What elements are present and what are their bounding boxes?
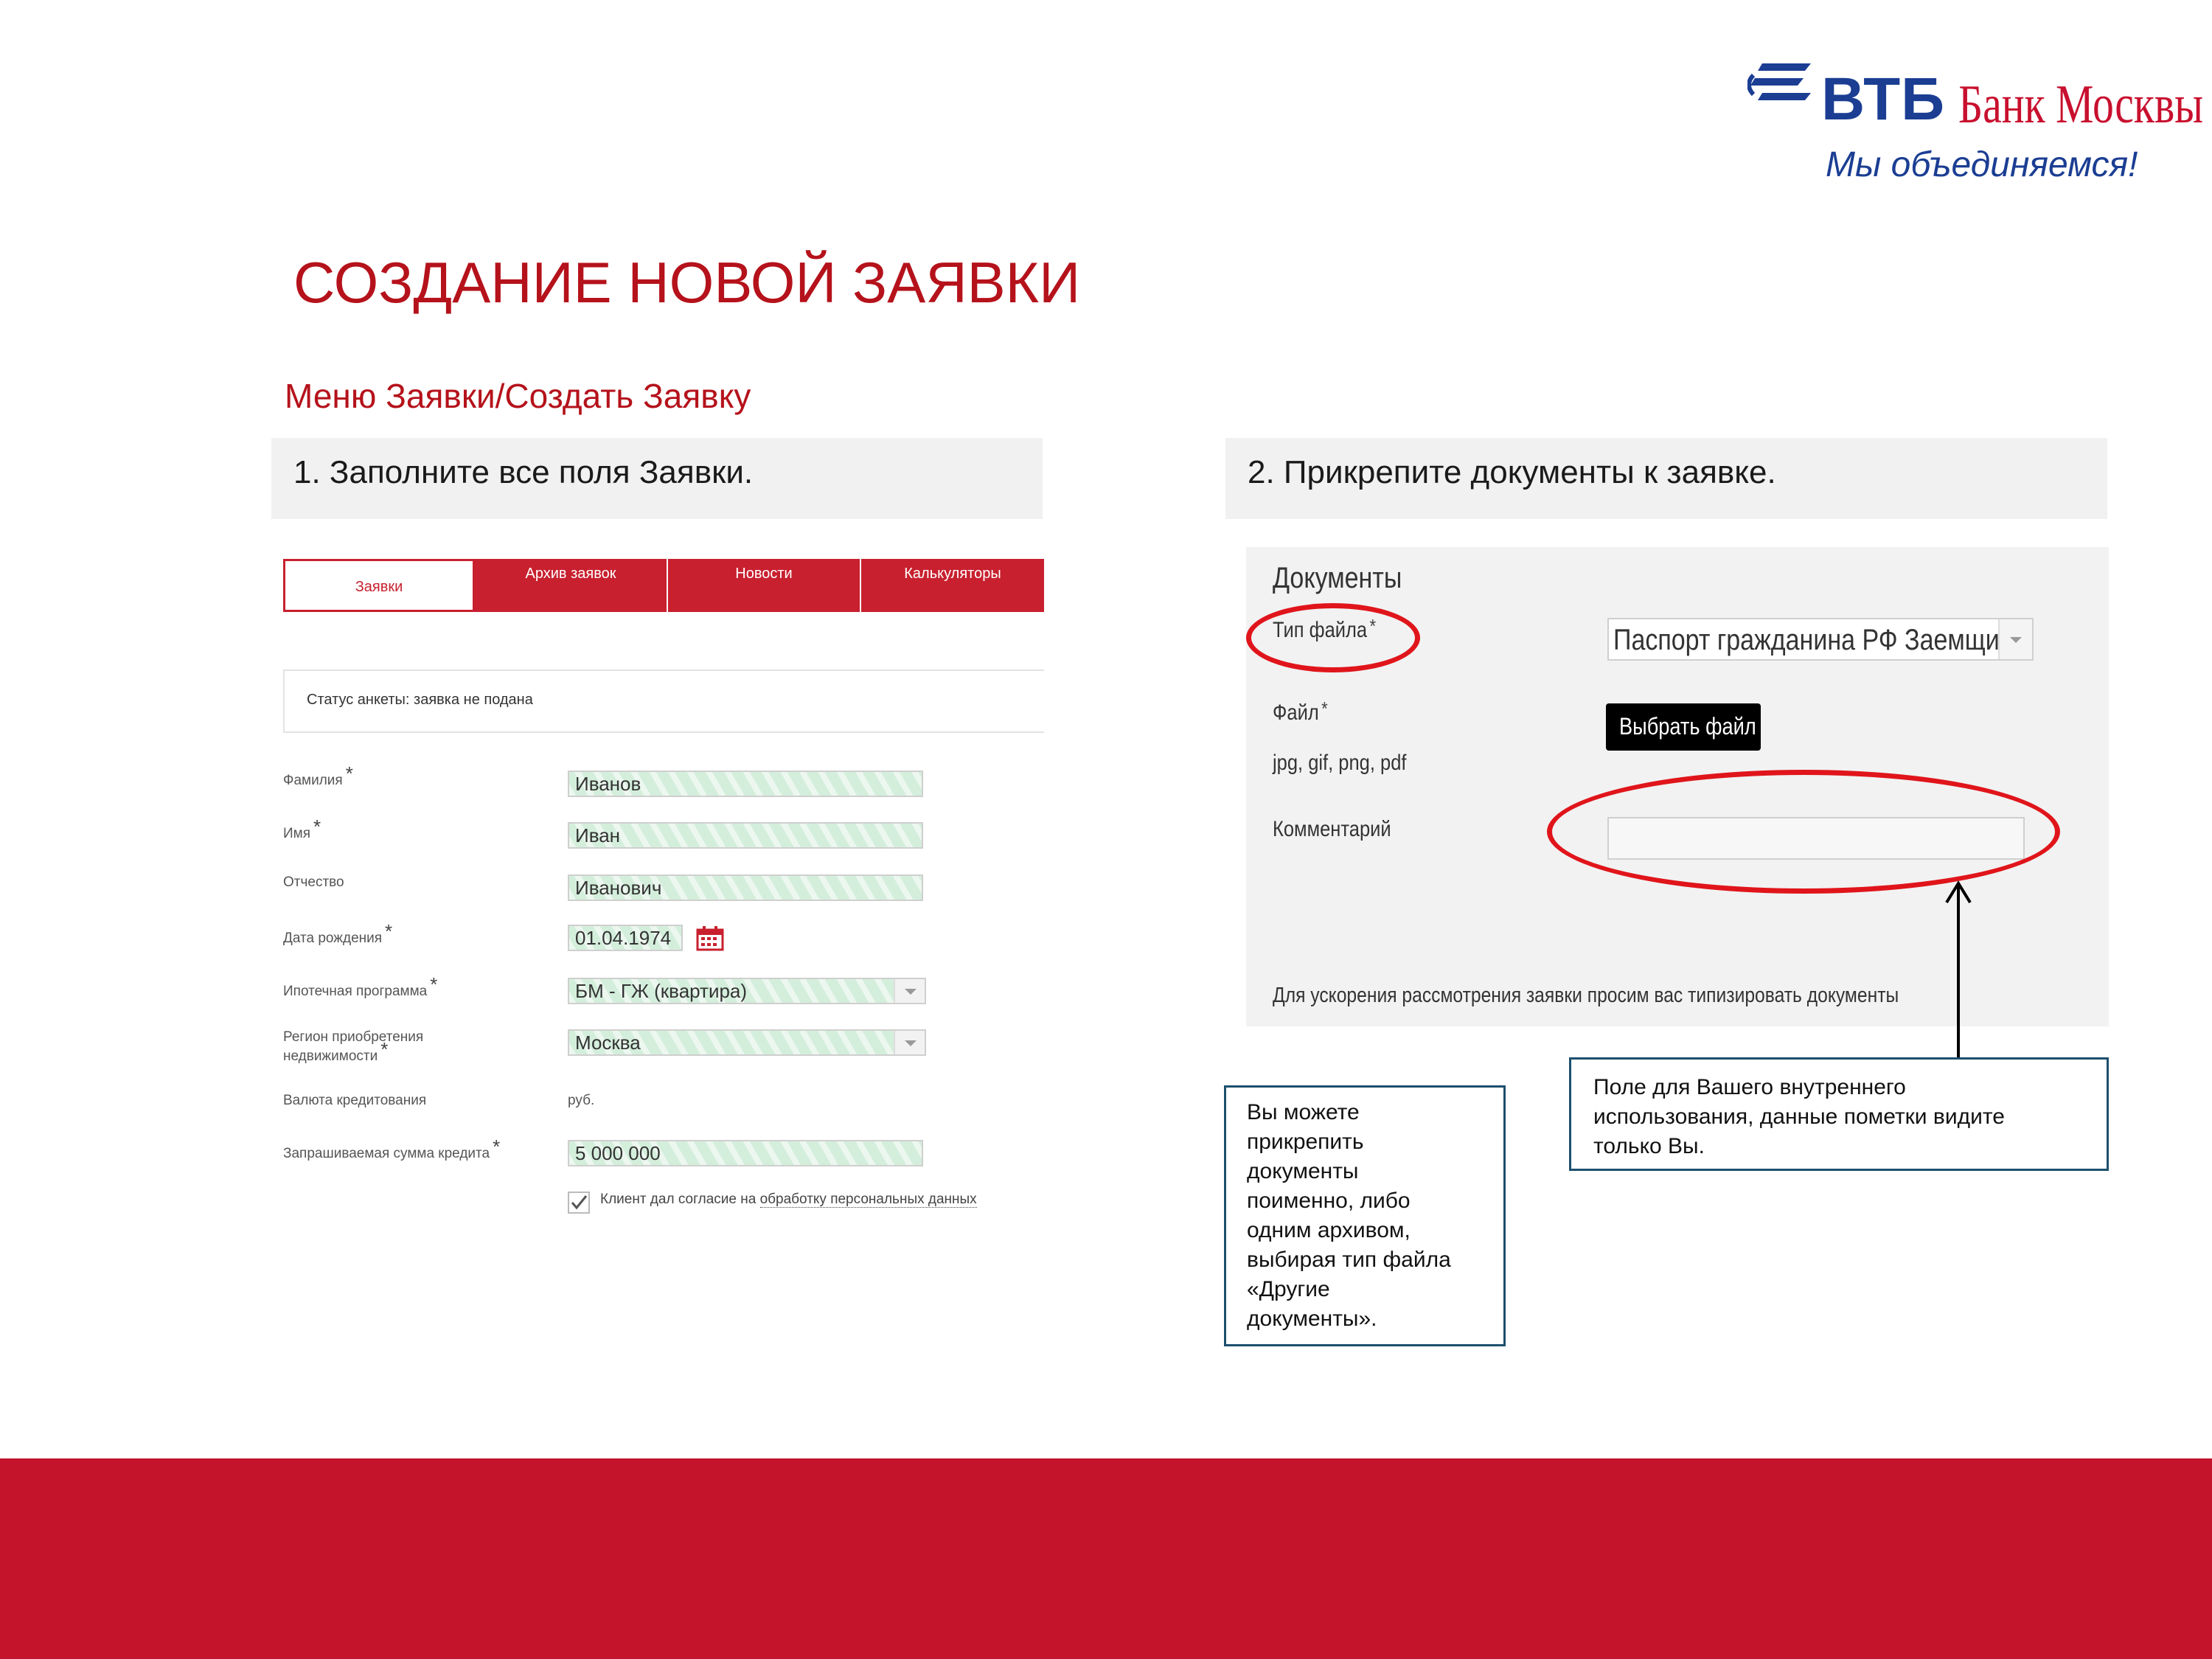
- birthdate-label: Дата рождения *: [283, 920, 393, 946]
- arrow-up-icon: [1945, 880, 1972, 1060]
- amount-label: Запрашиваемая сумма кредита *: [283, 1135, 501, 1161]
- firstname-label: Имя *: [283, 815, 321, 841]
- allowed-formats: jpg, gif, png, pdf: [1273, 751, 1407, 775]
- documents-panel: Документы Тип файла * Паспорт гражданина …: [1246, 547, 2109, 1026]
- step-1-label: 1. Заполните все поля Заявки.: [293, 454, 754, 490]
- file-label: Файл *: [1273, 698, 1328, 725]
- documents-heading: Документы: [1273, 562, 1402, 594]
- tab-archive[interactable]: Архив заявок: [475, 559, 668, 612]
- filetype-select-value: Паспорт гражданина РФ Заемщик: [1613, 624, 2011, 656]
- tab-calculators[interactable]: Калькуляторы: [861, 559, 1044, 612]
- program-select-value: БМ - ГЖ (квартира): [575, 980, 748, 1002]
- chevron-down-icon: [894, 1031, 925, 1054]
- lastname-label: Фамилия *: [283, 762, 353, 788]
- chevron-down-icon: [1998, 619, 2032, 659]
- currency-value: руб.: [568, 1093, 595, 1108]
- chevron-down-icon: [894, 979, 925, 1003]
- status-text: Статус анкеты: заявка не подана: [307, 692, 533, 708]
- comment-highlight: [1547, 770, 2060, 894]
- step-1-box: 1. Заполните все поля Заявки.: [271, 438, 1043, 519]
- consent-text: Клиент дал согласие на обработку персона…: [600, 1192, 977, 1208]
- patronymic-input[interactable]: Иванович: [568, 874, 923, 901]
- comment-label: Комментарий: [1273, 817, 1391, 841]
- region-select-value: Москва: [575, 1032, 641, 1054]
- firstname-input[interactable]: Иван: [568, 822, 923, 849]
- step-2-box: 2. Прикрепите документы к заявке.: [1225, 438, 2107, 519]
- consent-link[interactable]: обработку персональных данных: [759, 1192, 977, 1208]
- tab-news[interactable]: Новости: [668, 559, 861, 612]
- patronymic-label: Отчество: [283, 874, 344, 890]
- program-label: Ипотечная программа *: [283, 973, 438, 999]
- comment-note-box: Поле для Вашего внутреннего использовани…: [1569, 1057, 2109, 1171]
- calendar-icon[interactable]: [696, 926, 724, 951]
- footer-band: [0, 1458, 2212, 1659]
- tab-requests[interactable]: Заявки: [283, 559, 475, 612]
- bank-logo: ВТБ Банк Москвы Мы объединяемся!: [1746, 58, 2203, 190]
- status-box: Статус анкеты: заявка не подана: [283, 669, 1044, 733]
- logo-bank-name: Банк Москвы: [1958, 74, 2204, 135]
- region-label: Регион приобретения недвижимости *: [283, 1029, 424, 1064]
- program-select[interactable]: БМ - ГЖ (квартира): [568, 978, 926, 1004]
- birthdate-input[interactable]: 01.04.1974: [568, 925, 683, 951]
- filetype-select[interactable]: Паспорт гражданина РФ Заемщик: [1607, 618, 2034, 661]
- consent-checkbox[interactable]: [568, 1192, 590, 1214]
- breadcrumb: Меню Заявки/Создать Заявку: [285, 377, 751, 415]
- currency-label: Валюта кредитования: [283, 1093, 427, 1108]
- vtb-logo-icon: [1747, 63, 1811, 100]
- attach-note-box: Вы можете прикрепить документы поименно,…: [1224, 1085, 1506, 1346]
- lastname-input[interactable]: Иванов: [568, 771, 923, 797]
- documents-hint: Для ускорения рассмотрения заявки просим…: [1273, 984, 1899, 1007]
- filetype-highlight: [1246, 603, 1420, 672]
- logo-slogan: Мы объединяемся!: [1826, 145, 2138, 184]
- region-select[interactable]: Москва: [568, 1029, 926, 1056]
- logo-vtb-text: ВТБ: [1821, 66, 1946, 133]
- amount-input[interactable]: 5 000 000: [568, 1140, 923, 1166]
- tab-bar: Заявки Архив заявок Новости Калькуляторы: [283, 559, 1044, 612]
- step-2-label: 2. Прикрепите документы к заявке.: [1248, 454, 1776, 490]
- page-title: СОЗДАНИЕ НОВОЙ ЗАЯВКИ: [293, 250, 1081, 315]
- choose-file-button[interactable]: Выбрать файл: [1606, 703, 1761, 751]
